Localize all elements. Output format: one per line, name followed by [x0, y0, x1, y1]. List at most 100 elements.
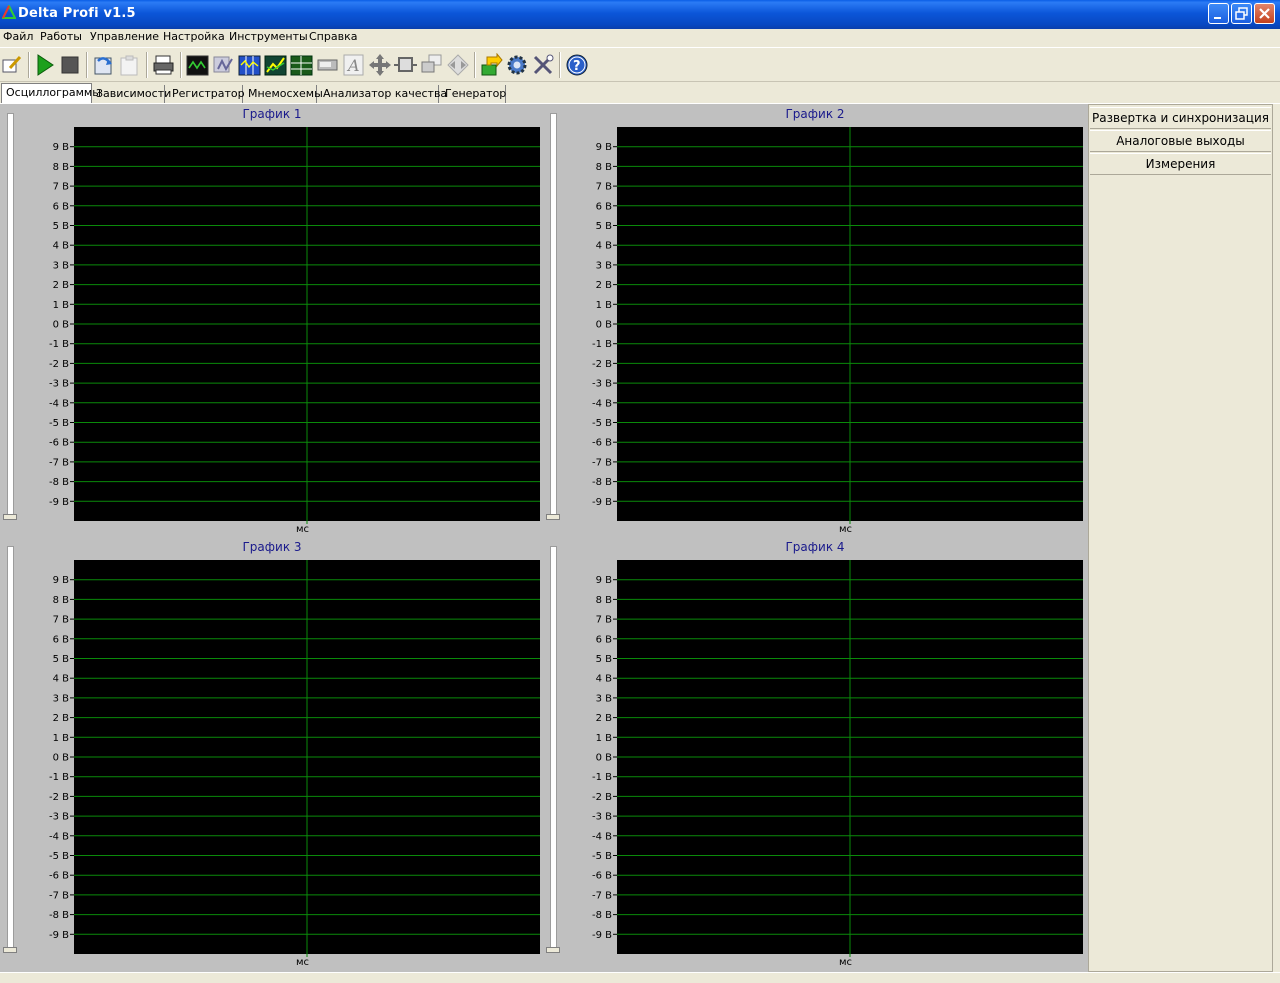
tab-recorder[interactable]: Регистратор	[168, 85, 245, 103]
minimize-button[interactable]	[1208, 3, 1229, 24]
y-tick-label: 1 В	[53, 300, 70, 311]
y-tick-label: 5 В	[53, 221, 70, 232]
toolbar-separator	[146, 52, 148, 78]
toolbar-separator	[180, 52, 182, 78]
y-tick-label: -7 В	[49, 457, 69, 468]
y-tick-label: -6 В	[49, 438, 69, 449]
y-tick-label: 0 В	[53, 320, 70, 331]
waveform-icon[interactable]	[212, 53, 236, 77]
trend-icon[interactable]	[264, 53, 288, 77]
y-tick-label: 8 В	[596, 595, 613, 606]
y-tick-label: 9 В	[53, 575, 70, 586]
menu-control[interactable]: Управление	[90, 30, 159, 43]
menu-settings[interactable]: Настройка	[163, 30, 225, 43]
export-icon[interactable]	[479, 53, 503, 77]
y-tick-label: -5 В	[49, 418, 69, 429]
paste-icon[interactable]	[118, 53, 142, 77]
toolbar: A ?	[0, 47, 1280, 82]
y-tick-label: 5 В	[596, 654, 613, 665]
x-axis-label: мс	[839, 524, 853, 535]
window-title: Delta Profi v1.5	[18, 6, 136, 21]
y-tick-label: 3 В	[596, 260, 613, 271]
y-tick-label: -2 В	[592, 792, 612, 803]
tab-dependencies[interactable]: Зависимости	[92, 85, 171, 103]
x-axis-label: мс	[839, 957, 853, 968]
tab-generator[interactable]: Генератор	[441, 85, 506, 103]
y-tick-label: 3 В	[53, 693, 70, 704]
y-tick-label: -2 В	[49, 359, 69, 370]
y-tick-label: 8 В	[53, 162, 70, 173]
analog-outputs-button[interactable]: Аналоговые выходы	[1090, 130, 1271, 152]
delta-triangle-icon	[1, 3, 17, 22]
menu-help[interactable]: Справка	[309, 30, 357, 43]
y-tick-label: -6 В	[592, 438, 612, 449]
y-tick-label: 6 В	[53, 201, 70, 212]
import-icon[interactable]	[92, 53, 116, 77]
tab-oscillograms[interactable]: Осциллограммы	[1, 83, 101, 103]
svg-text:A: A	[346, 56, 360, 75]
close-button[interactable]	[1254, 3, 1275, 24]
oscillogram-area: График 1 9 В8 В7 В6 В5 В4 В3 В2 В1 В0 В-…	[0, 104, 1088, 972]
y-tick-label: -7 В	[49, 890, 69, 901]
y-tick-label: -5 В	[592, 418, 612, 429]
y-tick-label: -6 В	[49, 871, 69, 882]
y-tick-label: -4 В	[592, 398, 612, 409]
measurements-button[interactable]: Измерения	[1090, 153, 1271, 175]
y-tick-label: 2 В	[596, 713, 613, 724]
y-tick-label: 7 В	[596, 182, 613, 193]
y-tick-label: 0 В	[596, 753, 613, 764]
print-icon[interactable]	[152, 53, 176, 77]
help-icon[interactable]: ?	[565, 53, 589, 77]
device-icon[interactable]	[316, 53, 340, 77]
diamond-arrows-icon[interactable]	[446, 53, 470, 77]
tab-mnemonics[interactable]: Мнемосхемы	[244, 85, 323, 103]
multi-window-icon[interactable]	[420, 53, 444, 77]
tab-quality-analyzer[interactable]: Анализатор качества	[319, 85, 447, 103]
y-tick-label: 6 В	[596, 201, 613, 212]
y-tick-label: 7 В	[596, 615, 613, 626]
tools-icon[interactable]	[531, 53, 555, 77]
y-tick-label: -3 В	[592, 379, 612, 390]
y-tick-label: 1 В	[596, 733, 613, 744]
channels-icon[interactable]	[238, 53, 262, 77]
plot-canvas[interactable]: 9 В 8 В 7 В 6 В 5 В 4 В 3 В 2 В 1 В 0 В -1 В -2 В -3…	[543, 104, 1087, 537]
title-bar: Delta Profi v1.5	[0, 0, 1280, 29]
oscilloscope-icon[interactable]	[186, 53, 210, 77]
plot-canvas[interactable]: 9 В 8 В 7 В 6 В 5 В 4 В 3 В 2 В 1 В 0 В -1 В -2 В -3…	[0, 104, 544, 537]
sweep-sync-button[interactable]: Развертка и синхронизация	[1090, 107, 1271, 129]
y-tick-label: 9 В	[596, 142, 613, 153]
y-tick-label: 9 В	[53, 142, 70, 153]
y-tick-label: 9 В	[596, 575, 613, 586]
chart-2: График 2 9 В8 В7 В6 В5 В4 В3 В2 В1 В0 В-…	[543, 104, 1087, 537]
menu-file[interactable]: Файл	[3, 30, 33, 43]
y-tick-label: -1 В	[592, 772, 612, 783]
y-tick-label: -3 В	[49, 379, 69, 390]
chart-1: График 1 9 В8 В7 В6 В5 В4 В3 В2 В1 В0 В-…	[0, 104, 544, 537]
y-tick-label: -1 В	[49, 772, 69, 783]
menu-tools[interactable]: Инструменты	[229, 30, 308, 43]
single-window-icon[interactable]	[394, 53, 418, 77]
toolbar-separator	[559, 52, 561, 78]
status-bar	[0, 972, 1280, 983]
y-tick-label: -3 В	[49, 812, 69, 823]
plot-canvas[interactable]: 9 В 8 В 7 В 6 В 5 В 4 В 3 В 2 В 1 В 0 В -1 В -2 В -3…	[543, 537, 1087, 970]
edit-icon[interactable]	[0, 53, 24, 77]
y-tick-label: 2 В	[53, 280, 70, 291]
move-icon[interactable]	[368, 53, 392, 77]
y-tick-label: 4 В	[53, 241, 70, 252]
y-tick-label: -5 В	[49, 851, 69, 862]
toolbar-separator	[86, 52, 88, 78]
y-tick-label: -8 В	[592, 477, 612, 488]
y-tick-label: -2 В	[592, 359, 612, 370]
play-icon[interactable]	[33, 53, 57, 77]
stop-icon[interactable]	[59, 53, 83, 77]
text-icon[interactable]: A	[342, 53, 366, 77]
settings-gear-icon[interactable]	[505, 53, 529, 77]
menu-works[interactable]: Работы	[40, 30, 82, 43]
y-tick-label: 4 В	[596, 241, 613, 252]
plot-canvas[interactable]: 9 В 8 В 7 В 6 В 5 В 4 В 3 В 2 В 1 В 0 В -1 В -2 В -3…	[0, 537, 544, 970]
restore-button[interactable]	[1231, 3, 1252, 24]
table-icon[interactable]	[290, 53, 314, 77]
y-tick-label: 0 В	[596, 320, 613, 331]
y-tick-label: -9 В	[49, 497, 69, 508]
